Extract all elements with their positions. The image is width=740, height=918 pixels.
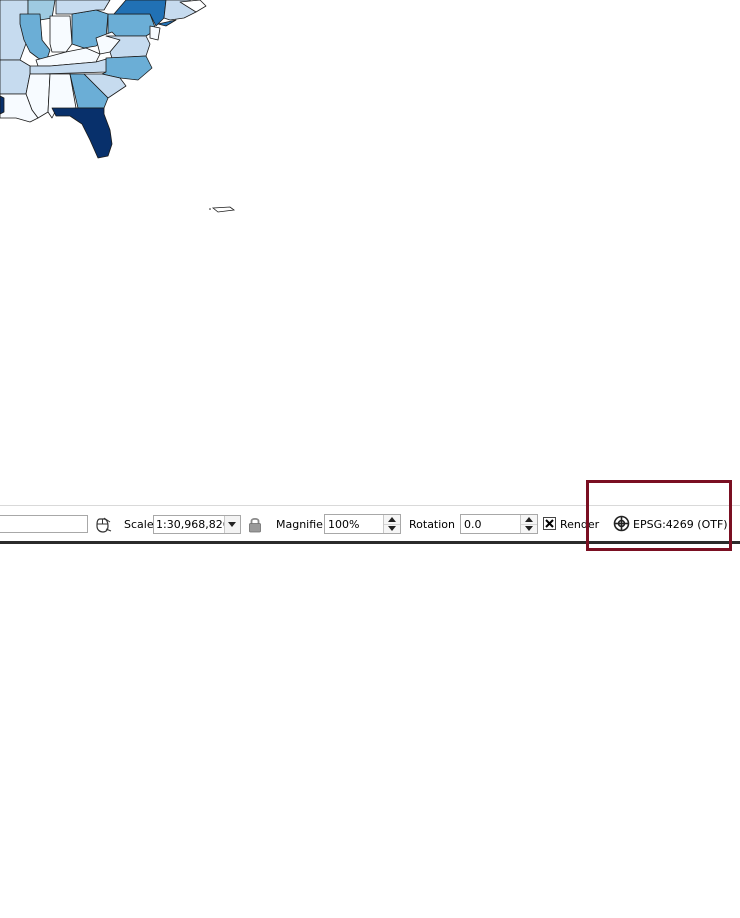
magnifier-spinbox[interactable]: 100%: [324, 514, 401, 534]
lock-icon[interactable]: [248, 516, 262, 533]
arrow-down-icon: [388, 526, 396, 531]
scale-label: Scale: [124, 518, 154, 531]
map-state: [149, 25, 161, 41]
status-bar: Scale 1:30,968,826 Magnifier 100% Rotati…: [0, 505, 740, 542]
arrow-up-icon: [525, 517, 533, 522]
map-state: [0, 95, 5, 115]
check-x-icon: [545, 519, 554, 528]
arrow-up-icon: [388, 517, 396, 522]
map-state: [107, 13, 157, 37]
map-state: [0, 59, 31, 95]
rotation-spin-buttons: [520, 515, 537, 533]
chevron-down-icon: [228, 522, 236, 527]
coordinate-input[interactable]: [0, 515, 88, 533]
rotation-spinbox[interactable]: 0.0: [460, 514, 538, 534]
scale-combobox[interactable]: 1:30,968,826: [153, 515, 241, 534]
magnifier-spin-buttons: [383, 515, 400, 533]
magnifier-value: 100%: [328, 518, 360, 531]
map-island: [211, 206, 236, 213]
window-bottom-border: [0, 541, 740, 544]
map-island-dot: [209, 208, 211, 210]
map-state: [19, 13, 51, 63]
magnifier-label: Magnifier: [276, 518, 328, 531]
render-checkbox[interactable]: [543, 517, 556, 530]
choropleth-map: [0, 0, 236, 213]
rotation-value: 0.0: [464, 518, 482, 531]
scale-value: 1:30,968,826: [156, 518, 230, 531]
render-label: Render: [560, 518, 600, 531]
rotation-label: Rotation: [409, 518, 456, 531]
arrow-down-icon: [525, 526, 533, 531]
map-state: [51, 107, 113, 159]
rotation-decrease-button[interactable]: [521, 524, 537, 533]
map-canvas[interactable]: [0, 0, 740, 505]
crs-globe-icon[interactable]: [613, 515, 630, 532]
crs-status-button[interactable]: EPSG:4269 (OTF): [633, 518, 728, 532]
mouse-cursor-icon[interactable]: [94, 516, 112, 534]
magnifier-decrease-button[interactable]: [384, 524, 400, 533]
qgis-window: Scale 1:30,968,826 Magnifier 100% Rotati…: [0, 0, 740, 918]
map-state: [49, 15, 73, 53]
scale-dropdown-button[interactable]: [224, 516, 240, 533]
